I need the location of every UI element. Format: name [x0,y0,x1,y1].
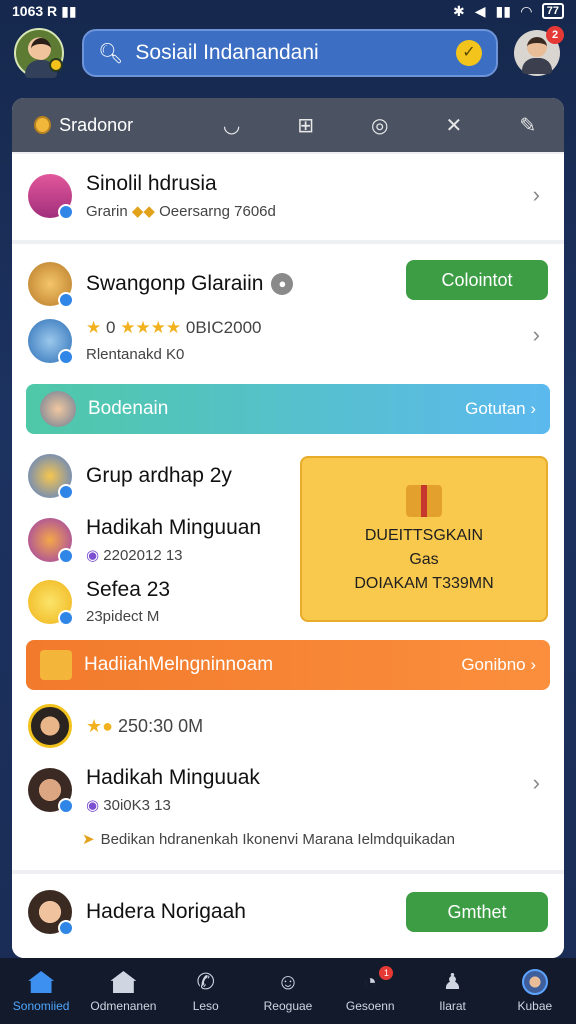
bluetooth-icon: ✱ [453,2,465,19]
weekly-gift-title: Hadikah Minguuan [86,516,262,539]
nav-community[interactable]: Odmenanen [82,958,164,1024]
medal-icon: ◉ [86,797,100,814]
info-icon: ● [271,273,294,295]
orange-banner-label: HadiiahMelngninnoam [84,654,274,675]
search-icon: 🔍︎ [98,42,124,65]
gift-box-icon[interactable]: ⊞ [292,110,320,140]
clock: 1063 R [12,3,58,19]
gift-line1: DUEITTSGKAIN [364,527,484,544]
person-icon: ♟ [442,969,463,994]
nav-profile[interactable]: ♟ Ilarat [411,958,493,1024]
face-avatar [28,704,72,748]
weekly-title-2: Hadikah Minguuak [86,766,260,789]
coin-icon [34,116,52,134]
people-icon: ☺ [276,969,300,994]
tag-icon: ➤ [82,831,95,848]
cat-avatar [28,454,74,500]
chat-check-icon[interactable]: ◡ [218,110,246,140]
banner-avatar [40,391,76,427]
top-header: 🔍︎ Sosiail Indanandani ✓ 2 [14,24,564,82]
battery-indicator: 77 [541,3,564,19]
rating-prefix: 0 [105,318,116,337]
join-button[interactable]: Gmthet [406,892,548,932]
group-card[interactable]: Sinolil hdrusia Grarin ◆◆ Oeersarng 7606… [12,154,564,240]
boy-avatar [28,890,74,936]
banner-label: Bodenain [88,398,169,419]
rating-value: 0BIC2000 [185,318,262,337]
weekly-note: Bedikan hdranenkah Ikonenvi Marana Ielmd… [100,830,455,848]
compass-icon[interactable]: ◎ [366,110,394,140]
main-panel: Sradonor ◡ ⊞ ◎ ✕ ✎ Sinolil hdrusia Grari… [12,98,564,958]
verified-badge-icon: ✓ [456,40,482,66]
group-meta: Oeersarng 7606d [159,203,276,220]
banner-action[interactable]: Gotutan › [465,399,536,419]
signal-icon: ▮▮ [61,2,77,19]
reward-value: 250:30 0M [118,715,204,736]
group-subtitle: Grarin [86,203,128,220]
nav-calls[interactable]: ✆ Leso [165,958,247,1024]
stars-icon: ★★★★ [120,318,182,337]
nav-home[interactable]: Sonomiied [0,958,82,1024]
nav-messages[interactable]: ◔ Gesoenn 1 [329,958,411,1024]
shop-avatar [28,174,74,220]
house-icon [109,969,137,995]
star-rating-icon: ★ [86,318,102,337]
bottom-card-title: Hadera Norigaah [86,900,246,923]
series-title: Sefea 23 [86,578,171,601]
treasure-avatar [28,262,74,308]
badge-icon: ◉ [86,547,100,564]
ring-avatar [28,518,74,564]
orange-banner-action[interactable]: Gonibno › [461,655,536,675]
profile-avatar[interactable]: 2 [514,26,564,76]
chevron-right-icon[interactable]: › [533,322,540,348]
search-text: Sosiail Indanandani [135,41,319,64]
user-avatar[interactable] [14,28,64,78]
status-bar: 1063 R ▮▮ ✱ ◀ ▮▮ ◠ 77 [0,0,576,22]
nav-account[interactable]: Kubae [494,958,576,1024]
player-avatar [28,318,74,365]
chevron-right-icon[interactable]: › [533,770,540,796]
chevron-right-icon[interactable]: › [533,182,540,208]
wifi-icon: ◠ [520,2,532,19]
phone-icon: ✆ [196,969,215,994]
feature-meta: Rlentanakd K0 [86,346,185,363]
pin-icon[interactable]: ✎ [514,110,542,140]
search-bar[interactable]: 🔍︎ Sosiail Indanandani ✓ [82,29,498,77]
gift-icon [406,485,442,517]
feature-title: Swangonp Glaraiin [86,272,264,295]
star-icon: ★● [86,715,114,736]
avatar-icon [521,969,549,995]
group-title: Sinolil hdrusia [86,172,217,195]
content-card: Swangonp Glaraiin ● Colointot ★ 0 ★★★★ 0… [12,244,564,870]
gift-line2: Gas [409,551,439,568]
collect-button[interactable]: Colointot [406,260,548,300]
man-avatar [28,768,74,814]
weekly-gift-sub: 2202012 13 [103,547,183,564]
series-sub: 23pidect M [86,608,160,625]
nav-groups[interactable]: ☺ Reoguae [247,958,329,1024]
orange-banner[interactable]: HadiiahMelngninnoam Gonibno › [26,640,550,690]
weekly-sub-2: 30i0K3 13 [103,797,171,814]
coins-icon: ◆◆ [131,203,155,220]
box-icon [40,650,72,680]
shuffle-icon[interactable]: ✕ [440,110,468,140]
cell-signal-icon: ▮▮ [495,2,511,19]
home-icon [27,969,55,995]
blue-banner[interactable]: Bodenain Gotutan › [26,384,550,434]
smile-avatar [28,579,74,626]
gift-promo-box[interactable]: DUEITTSGKAIN Gas DOIAKAM T339MN [300,456,548,622]
gift-line3: DOIAKAM T339MN [354,575,494,592]
nav-badge: 1 [379,966,394,980]
group-name: Grup ardhap 2y [86,464,232,487]
toolbar-title: Sradonor [59,114,134,135]
notification-dot: 2 [546,26,564,44]
location-icon: ◀ [474,2,486,19]
bottom-card[interactable]: Hadera Norigaah Gmthet [12,874,564,958]
bottom-nav: Sonomiied Odmenanen ✆ Leso ☺ Reoguae ◔ G… [0,958,576,1024]
toolbar: Sradonor ◡ ⊞ ◎ ✕ ✎ [12,98,564,152]
